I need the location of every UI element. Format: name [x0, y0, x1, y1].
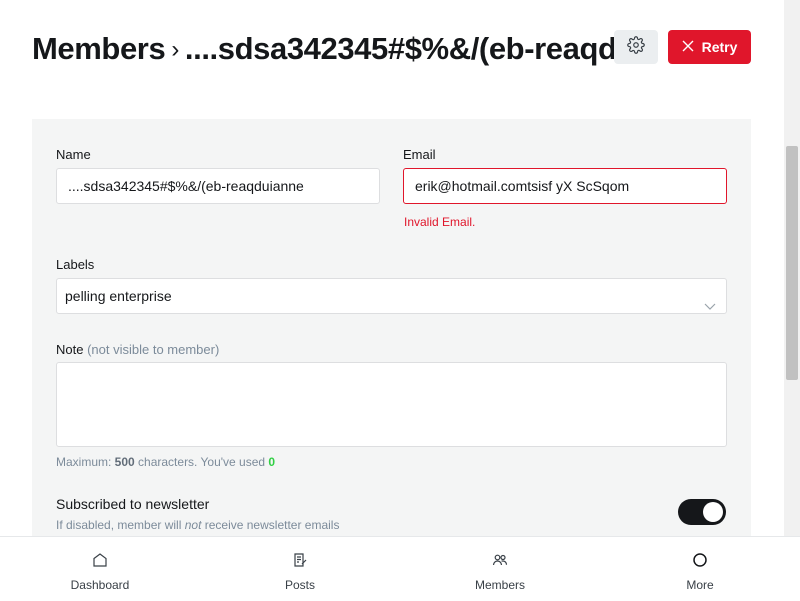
labels-label: Labels [56, 257, 95, 272]
name-input[interactable]: ....sdsa342345#$%&/(eb-reaqduianne [56, 168, 380, 204]
newsletter-desc-em: not [184, 518, 202, 532]
nav-label-more: More [686, 578, 714, 592]
nav-label-members: Members [474, 578, 525, 592]
newsletter-label: Subscribed to newsletter [56, 496, 210, 512]
more-icon [692, 552, 708, 573]
member-form-panel: Name ....sdsa342345#$%&/(eb-reaqduianne … [32, 119, 751, 539]
newsletter-desc-prefix: If disabled, member will [56, 518, 185, 532]
breadcrumb-members-link[interactable]: Members [32, 31, 166, 66]
note-label-text: Note [56, 342, 84, 357]
note-label: Note (not visible to member) [56, 342, 219, 357]
scrollbar-thumb[interactable] [786, 146, 798, 380]
retry-button[interactable]: Retry [668, 30, 751, 64]
note-hint-prefix: Maximum: [56, 455, 115, 469]
posts-icon [292, 552, 308, 573]
page-title: Members›....sdsa342345#$%&/(eb-reaqduian… [32, 28, 614, 72]
note-textarea[interactable] [56, 362, 727, 447]
nav-item-members[interactable]: Members [400, 537, 600, 601]
toggle-knob [703, 502, 723, 522]
note-hint-max: 500 [114, 455, 135, 469]
chevron-down-icon [704, 290, 716, 313]
nav-item-dashboard[interactable]: Dashboard [0, 537, 200, 601]
email-label: Email [403, 147, 436, 162]
name-label: Name [56, 147, 91, 162]
nav-label-posts: Posts [284, 578, 315, 592]
note-label-hint: (not visible to member) [87, 342, 220, 357]
nav-item-posts[interactable]: Posts [200, 537, 400, 601]
note-character-count: Maximum: 500 characters. You've used 0 [56, 455, 275, 469]
members-icon [492, 552, 508, 573]
member-name-title: ....sdsa342345#$%&/(eb-reaqduianne [184, 31, 614, 66]
retry-label: Retry [701, 39, 738, 55]
note-hint-used: 0 [268, 455, 276, 469]
nav-item-more[interactable]: More [600, 537, 800, 601]
labels-select[interactable]: pelling enterprise [56, 278, 727, 314]
bottom-navigation: Dashboard Posts Members More [0, 536, 800, 601]
email-error-message: Invalid Email. [404, 215, 476, 229]
home-icon [92, 552, 108, 573]
gear-icon [627, 35, 645, 59]
newsletter-description: If disabled, member will not receive new… [56, 518, 339, 532]
settings-button[interactable] [614, 30, 658, 64]
labels-selected-value: pelling enterprise [65, 288, 172, 304]
note-hint-middle: characters. You've used [134, 455, 269, 469]
close-icon [682, 39, 694, 55]
newsletter-desc-suffix: receive newsletter emails [201, 518, 340, 532]
nav-label-dashboard: Dashboard [70, 578, 130, 592]
page-scrollbar[interactable] [784, 0, 800, 536]
breadcrumb-separator: › [171, 36, 179, 63]
newsletter-toggle[interactable] [678, 499, 726, 525]
email-input[interactable]: erik@hotmail.comtsisf yX ScSqom [403, 168, 727, 204]
page-header: Members›....sdsa342345#$%&/(eb-reaqduian… [0, 0, 784, 100]
